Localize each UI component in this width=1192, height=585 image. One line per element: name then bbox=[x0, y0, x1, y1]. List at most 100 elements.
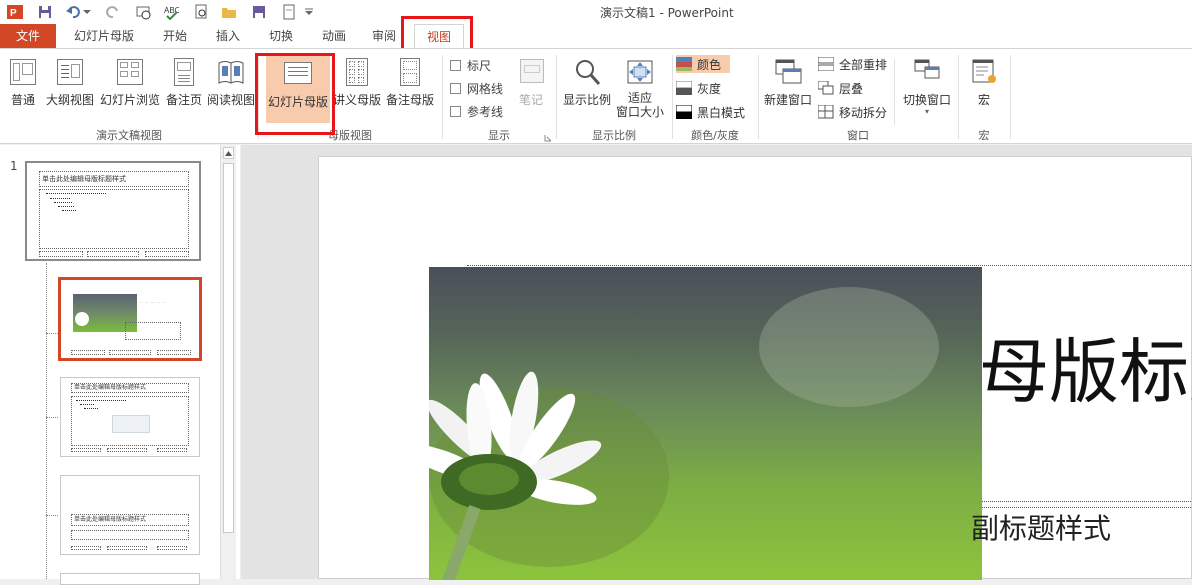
reading-view-icon bbox=[217, 57, 245, 87]
spelling-check-icon[interactable]: ABC bbox=[162, 3, 180, 21]
save-as-icon[interactable] bbox=[250, 3, 268, 21]
notes-icon bbox=[517, 57, 545, 87]
undo-dropdown-icon[interactable] bbox=[82, 3, 92, 21]
title-layout-thumbnail[interactable]: ᆢᆢᆢᆢᆢ bbox=[58, 277, 202, 361]
undo-icon[interactable] bbox=[64, 3, 82, 21]
macro-icon bbox=[970, 57, 998, 87]
magnifier-icon bbox=[573, 57, 601, 87]
black-and-white-button[interactable]: 黑白模式 bbox=[675, 103, 745, 121]
svg-text:P: P bbox=[10, 8, 17, 19]
daisy-image[interactable] bbox=[429, 267, 982, 580]
move-split-icon bbox=[817, 104, 834, 119]
tab-animations[interactable]: 动画 bbox=[310, 24, 358, 48]
tab-transitions[interactable]: 切换 bbox=[256, 24, 306, 48]
section-header-layout-thumbnail[interactable]: 单击此处编辑母版标题样式 bbox=[60, 475, 200, 555]
cascade-button[interactable]: 层叠 bbox=[817, 79, 863, 97]
notes-master-icon bbox=[396, 57, 424, 87]
group-separator bbox=[894, 59, 895, 125]
outline-view-icon bbox=[56, 57, 84, 87]
new-window-button[interactable]: 新建窗口 bbox=[762, 53, 814, 125]
start-from-beginning-icon[interactable] bbox=[134, 3, 152, 21]
outline-view-button[interactable]: 大纲视图 bbox=[44, 53, 96, 125]
grayscale-icon bbox=[675, 80, 693, 95]
macros-button[interactable]: 宏 bbox=[962, 53, 1006, 125]
notes-button[interactable]: 笔记 bbox=[510, 53, 552, 125]
slide-title-text[interactable]: 母版标题 bbox=[979, 327, 1192, 417]
new-window-icon bbox=[774, 57, 802, 87]
powerpoint-app-icon: P bbox=[6, 3, 24, 21]
group-label-zoom: 显示比例 bbox=[592, 129, 636, 142]
ruler-checkbox-box[interactable] bbox=[450, 60, 461, 71]
tab-review[interactable]: 审阅 bbox=[362, 24, 406, 48]
highlight-box-slide-master bbox=[255, 53, 335, 135]
ribbon: 普通 大纲视图 幻灯片浏览 备注页 阅读视图 演示文稿视图 幻灯片母版 讲义母版… bbox=[0, 48, 1192, 144]
chevron-down-icon: ▾ bbox=[924, 107, 929, 116]
tab-slide-master[interactable]: 幻灯片母版 bbox=[62, 24, 146, 48]
slide-thumbnail-pane: 1 单击此处编辑母版标题样式 ᆢᆢᆢᆢᆢ 单击此处编辑母版标题样式 单击此处编辑… bbox=[0, 145, 240, 585]
slide-canvas[interactable]: 母版标题 副标题样式 bbox=[318, 156, 1192, 580]
slide-master-thumbnail[interactable]: 单击此处编辑母版标题样式 bbox=[25, 161, 201, 261]
scroll-thumb[interactable] bbox=[223, 163, 234, 533]
gridlines-checkbox[interactable]: 网格线 bbox=[450, 80, 503, 97]
thumbnail-layout-title: 单击此处编辑母版标题样式 bbox=[71, 383, 189, 393]
normal-view-icon bbox=[9, 57, 37, 87]
dialog-launcher-icon[interactable] bbox=[544, 131, 552, 142]
thumbnail-scrollbar[interactable] bbox=[220, 145, 236, 579]
tab-insert[interactable]: 插入 bbox=[204, 24, 252, 48]
fit-to-window-button[interactable]: 适应 窗口大小 bbox=[614, 53, 666, 125]
thumbnail-title-placeholder: 单击此处编辑母版标题样式 bbox=[39, 171, 189, 187]
save-icon[interactable] bbox=[36, 3, 54, 21]
handout-master-button[interactable]: 讲义母版 bbox=[332, 53, 382, 125]
switch-windows-button[interactable]: 切换窗口 ▾ bbox=[898, 53, 956, 125]
handout-master-icon bbox=[343, 57, 371, 87]
title-bar: P ABC 演示文稿1 - PowerPoint bbox=[0, 0, 1192, 24]
slide-number: 1 bbox=[10, 159, 18, 173]
color-palette-icon bbox=[676, 57, 692, 71]
notes-page-icon bbox=[170, 57, 198, 87]
arrange-all-button[interactable]: 全部重排 bbox=[817, 55, 887, 73]
normal-view-button[interactable]: 普通 bbox=[2, 53, 44, 125]
thumbnail-section-title: 单击此处编辑母版标题样式 bbox=[71, 514, 189, 526]
arrange-all-icon bbox=[817, 56, 835, 72]
layout-thumbnail[interactable] bbox=[60, 573, 200, 585]
group-label-macros: 宏 bbox=[978, 129, 990, 142]
slide-sorter-button[interactable]: 幻灯片浏览 bbox=[97, 53, 163, 125]
reading-view-button[interactable]: 阅读视图 bbox=[205, 53, 257, 125]
guides-checkbox-box[interactable] bbox=[450, 106, 461, 117]
group-label-presentation-views: 演示文稿视图 bbox=[96, 129, 162, 142]
print-preview-icon[interactable] bbox=[192, 3, 210, 21]
window-title: 演示文稿1 - PowerPoint bbox=[600, 6, 734, 20]
subtitle-placeholder-border bbox=[969, 501, 1192, 502]
layout-connector bbox=[46, 263, 47, 579]
group-label-window: 窗口 bbox=[847, 129, 869, 142]
group-label-color-grayscale: 颜色/灰度 bbox=[691, 129, 739, 142]
move-split-button[interactable]: 移动拆分 bbox=[817, 103, 887, 121]
zoom-button[interactable]: 显示比例 bbox=[560, 53, 614, 125]
slide-sorter-icon bbox=[116, 57, 144, 87]
scroll-up-icon[interactable] bbox=[223, 147, 234, 159]
customize-toolbar-icon[interactable] bbox=[304, 3, 314, 21]
thumbnail-body-placeholder bbox=[39, 189, 189, 249]
notes-master-button[interactable]: 备注母版 bbox=[384, 53, 436, 125]
group-separator bbox=[1010, 55, 1011, 139]
tab-file[interactable]: 文件 bbox=[0, 24, 56, 48]
guides-checkbox[interactable]: 参考线 bbox=[450, 103, 503, 120]
switch-windows-icon bbox=[913, 57, 941, 87]
redo-icon[interactable] bbox=[104, 3, 122, 21]
grayscale-button[interactable]: 灰度 bbox=[675, 79, 721, 97]
daisy-flower-shape bbox=[429, 287, 939, 580]
black-and-white-icon bbox=[675, 104, 693, 119]
title-placeholder-border bbox=[467, 265, 1192, 266]
title-content-layout-thumbnail[interactable]: 单击此处编辑母版标题样式 bbox=[60, 377, 200, 457]
color-button[interactable]: 颜色 bbox=[676, 55, 730, 73]
open-folder-icon[interactable] bbox=[220, 3, 238, 21]
notes-page-button[interactable]: 备注页 bbox=[163, 53, 205, 125]
ruler-checkbox[interactable]: 标尺 bbox=[450, 57, 491, 74]
slide-subtitle-text[interactable]: 副标题样式 bbox=[971, 509, 1192, 549]
group-label-show: 显示 bbox=[488, 129, 510, 142]
cascade-icon bbox=[817, 80, 834, 95]
ribbon-tabs: 文件 幻灯片母版 开始 插入 切换 动画 审阅 视图 bbox=[0, 24, 1192, 49]
tab-home[interactable]: 开始 bbox=[150, 24, 200, 48]
new-document-icon[interactable] bbox=[280, 3, 298, 21]
gridlines-checkbox-box[interactable] bbox=[450, 83, 461, 94]
